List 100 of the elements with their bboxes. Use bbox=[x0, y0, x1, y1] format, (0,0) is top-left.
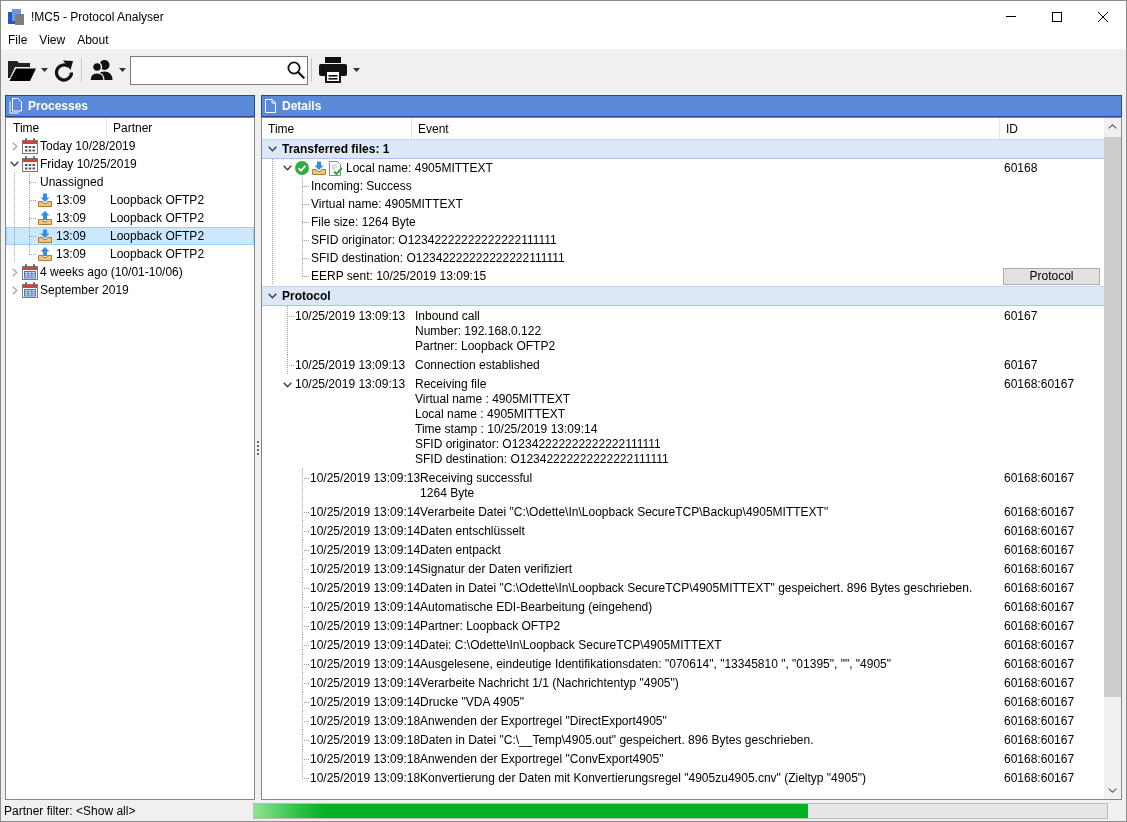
tree-label: Friday 10/25/2019 bbox=[40, 157, 137, 171]
time-cell-text: 10/25/2019 13:09:14 bbox=[310, 637, 421, 654]
document-check-icon bbox=[329, 160, 343, 176]
chevron-down-icon[interactable] bbox=[268, 146, 277, 152]
id-cell-text: 60168:60167 bbox=[1003, 561, 1076, 578]
tree-label: SFID originator: O12342222222222222111111 bbox=[311, 232, 558, 249]
event-text: Datei: C:\Odette\In\Loopback SecureTCP\4905MITTEXT bbox=[420, 638, 723, 653]
id-cell-text: 60168:60167 bbox=[1003, 580, 1076, 597]
id-cell-text: 60168:60167 bbox=[1003, 675, 1076, 692]
users-button[interactable] bbox=[87, 57, 128, 83]
tree-row[interactable]: 4 weeks ago (10/01-10/06) bbox=[6, 263, 254, 281]
tree-label: Local name: 4905MITTEXT bbox=[346, 160, 494, 177]
tree-label: Incoming: Success bbox=[311, 178, 413, 195]
id-cell-text: 60168:60167 bbox=[1003, 713, 1076, 730]
chevron-down-icon bbox=[1108, 788, 1117, 793]
time-cell-text: 10/25/2019 13:09:14 bbox=[310, 694, 421, 711]
scrollbar[interactable] bbox=[1104, 118, 1121, 799]
tree-label: File size: 1264 Byte bbox=[311, 214, 417, 231]
time-cell-text: 10/25/2019 13:09:14 bbox=[310, 599, 421, 616]
calendar-icon bbox=[22, 138, 38, 154]
column-header[interactable]: ID bbox=[1000, 118, 1104, 139]
caret-icon bbox=[41, 68, 48, 72]
id-cell-text: 60168:60167 bbox=[1003, 470, 1076, 487]
menu-item[interactable]: File bbox=[2, 32, 34, 49]
panel-title: Details bbox=[282, 99, 322, 113]
event-text: Partner: Loopback OFTP2 bbox=[420, 619, 562, 634]
time-text: 13:09 bbox=[56, 211, 88, 225]
id-cell-text: 60168:60167 bbox=[1003, 523, 1076, 540]
event-text: Inbound call bbox=[415, 309, 481, 324]
tree-label: 4 weeks ago (10/01-10/06) bbox=[40, 265, 183, 279]
event-text: Daten entschlüsselt bbox=[420, 524, 526, 539]
calendar-icon bbox=[22, 156, 38, 172]
event-text: Verarbeite Nachricht 1/1 (Nachrichtentyp "4905") bbox=[420, 676, 680, 691]
partner-text: Loopback OFTP2 bbox=[110, 229, 205, 243]
id-cell-text: 60168:60167 bbox=[1003, 751, 1076, 768]
tree-row[interactable]: Today 10/28/2019 bbox=[6, 137, 254, 155]
event-text: Daten entpackt bbox=[420, 543, 502, 558]
close-icon bbox=[1098, 11, 1108, 22]
group-header[interactable]: Transferred files: 1 bbox=[262, 139, 1104, 159]
tree-row[interactable]: 13:09 Loopback OFTP2 bbox=[6, 209, 254, 227]
time-cell-text: 10/25/2019 13:09:14 bbox=[310, 656, 421, 673]
time-cell-text: 10/25/2019 13:09:14 bbox=[310, 618, 421, 635]
scrollbar-thumb[interactable] bbox=[1104, 137, 1121, 697]
event-text: Drucke "VDA 4905" bbox=[420, 695, 525, 710]
id-cell-text: 60168:60167 bbox=[1003, 694, 1076, 711]
time-cell-text: 10/25/2019 13:09:18 bbox=[310, 770, 421, 787]
search-field[interactable] bbox=[130, 55, 308, 85]
partner-text: Loopback OFTP2 bbox=[110, 211, 205, 225]
time-cell-text: 10/25/2019 13:09:14 bbox=[310, 523, 421, 540]
event-text: Signatur der Daten verifiziert bbox=[420, 562, 574, 577]
time-cell-text: 10/25/2019 13:09:13 bbox=[295, 376, 406, 393]
event-text: SFID destination: O12342222222222222111111 bbox=[415, 452, 670, 467]
event-text: Virtual name : 4905MITTEXT bbox=[415, 392, 572, 407]
column-header[interactable]: Time bbox=[6, 118, 107, 137]
caret-icon bbox=[353, 68, 360, 72]
menu-item[interactable]: View bbox=[33, 32, 72, 49]
time-cell-text: 10/25/2019 13:09:14 bbox=[310, 561, 421, 578]
id-cell-text: 60168:60167 bbox=[1003, 542, 1076, 559]
event-text: Number: 192.168.0.122 bbox=[415, 324, 543, 339]
folder-icon bbox=[8, 59, 36, 81]
tree-row[interactable]: September 2019 bbox=[6, 281, 254, 299]
event-text: Time stamp : 10/25/2019 13:09:14 bbox=[415, 422, 599, 437]
chevron-down-icon[interactable] bbox=[10, 161, 19, 167]
tree-row[interactable]: 13:09 Loopback OFTP2 bbox=[6, 191, 254, 209]
splitter-handle[interactable] bbox=[257, 440, 259, 455]
event-text: Konvertierung der Daten mit Konvertierungsregel "4905zu4905.cnv" (Zieltyp "4905") bbox=[420, 771, 868, 786]
chevron-down-icon[interactable] bbox=[268, 293, 277, 299]
time-text: 13:09 bbox=[56, 193, 88, 207]
time-cell-text: 10/25/2019 13:09:13 bbox=[295, 357, 406, 374]
window-title: !MC5 - Protocol Analyser bbox=[31, 9, 165, 24]
tree-row[interactable]: 13:09 Loopback OFTP2 bbox=[6, 245, 254, 263]
pages-icon bbox=[9, 98, 22, 114]
id-cell-text: 60167 bbox=[1003, 357, 1039, 374]
event-text: Anwenden der Exportregel "DirectExport4905" bbox=[420, 714, 668, 729]
event-text: Partner: Loopback OFTP2 bbox=[415, 339, 557, 354]
group-header[interactable]: Protocol bbox=[262, 286, 1104, 306]
menu-item[interactable]: About bbox=[71, 32, 115, 49]
tree-label: September 2019 bbox=[40, 283, 129, 297]
protocol-button[interactable]: Protocol bbox=[1003, 267, 1100, 285]
app-icon bbox=[8, 8, 24, 25]
refresh-icon bbox=[54, 58, 74, 82]
chevron-right-icon[interactable] bbox=[11, 141, 18, 151]
event-text: Automatische EDI-Bearbeitung (eingehend) bbox=[420, 600, 654, 615]
time-text: 13:09 bbox=[56, 247, 88, 261]
chevron-right-icon[interactable] bbox=[11, 267, 18, 277]
id-cell-text: 60168 bbox=[1003, 160, 1039, 177]
tree-row[interactable]: Unassigned bbox=[6, 173, 254, 191]
column-header[interactable]: Partner bbox=[107, 118, 254, 137]
id-cell-text: 60168:60167 bbox=[1003, 376, 1076, 393]
event-text: Daten in Datei "C:\__Temp\4905.out" gespeichert. 896 Bytes geschrieben. bbox=[420, 733, 815, 748]
chevron-right-icon[interactable] bbox=[11, 285, 18, 295]
tree-row[interactable]: Friday 10/25/2019 bbox=[6, 155, 254, 173]
chevron-down-icon[interactable] bbox=[283, 382, 292, 388]
minimize-icon bbox=[1006, 16, 1016, 17]
printer-button[interactable] bbox=[317, 55, 362, 85]
tree-row[interactable]: 13:09 Loopback OFTP2 bbox=[6, 227, 254, 245]
users-icon bbox=[89, 59, 113, 81]
chevron-up-icon bbox=[1108, 124, 1117, 129]
tree-label: Virtual name: 4905MITTEXT bbox=[311, 196, 464, 213]
chevron-down-icon[interactable] bbox=[283, 165, 292, 171]
